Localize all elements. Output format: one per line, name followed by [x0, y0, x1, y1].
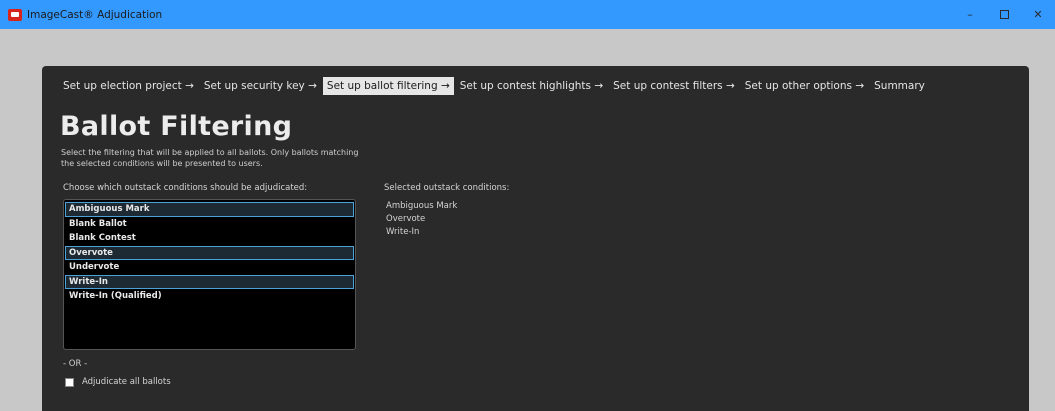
maximize-icon: [999, 10, 1009, 19]
wizard-step-5[interactable]: Set up other options →: [741, 77, 868, 95]
wizard-steps: Set up election project → Set up security…: [59, 77, 931, 95]
choose-conditions-label: Choose which outstack conditions should …: [63, 183, 308, 193]
condition-list-item[interactable]: Blank Ballot: [65, 217, 354, 232]
condition-list-item[interactable]: Blank Contest: [65, 231, 354, 246]
condition-list-item[interactable]: Write-In: [65, 274, 354, 289]
wizard-step-2[interactable]: Set up ballot filtering →: [322, 77, 454, 95]
app-logo-icon: [8, 8, 22, 21]
wizard-step-1[interactable]: Set up security key →: [200, 77, 321, 95]
wizard-step-0[interactable]: Set up election project →: [59, 77, 198, 95]
wizard-step-3[interactable]: Set up contest highlights →: [456, 77, 607, 95]
condition-list-item[interactable]: Ambiguous Mark: [65, 202, 354, 217]
window-controls: – ✕: [953, 0, 1055, 29]
minimize-button[interactable]: –: [953, 0, 987, 29]
condition-list-item[interactable]: Undervote: [65, 260, 354, 275]
outstack-conditions-listbox[interactable]: Ambiguous Mark Blank Ballot Blank Contest O…: [63, 199, 356, 350]
maximize-button[interactable]: [987, 0, 1021, 29]
adjudicate-all-label: Adjudicate all ballots: [82, 377, 171, 387]
adjudicate-all-option[interactable]: Adjudicate all ballots: [65, 377, 171, 387]
condition-list-item[interactable]: Overvote: [65, 245, 354, 260]
page-description: Select the filtering that will be applie…: [61, 148, 359, 168]
selected-conditions-label: Selected outstack conditions:: [384, 183, 510, 193]
wizard-panel: Set up election project → Set up security…: [42, 66, 1029, 411]
selected-condition-item: Ambiguous Mark: [386, 201, 458, 211]
window-title: ImageCast® Adjudication: [27, 8, 163, 21]
close-button[interactable]: ✕: [1021, 0, 1055, 29]
selected-condition-item: Overvote: [386, 214, 426, 224]
selected-conditions-list: Ambiguous Mark Overvote Write-In: [386, 200, 457, 239]
wizard-step-4[interactable]: Set up contest filters →: [609, 77, 739, 95]
page-title: Ballot Filtering: [60, 111, 293, 142]
selected-condition-item: Write-In: [386, 227, 420, 237]
condition-list-item[interactable]: Write-In (Qualified): [65, 289, 354, 304]
or-separator: - OR -: [63, 359, 88, 369]
adjudicate-all-checkbox[interactable]: [65, 377, 74, 387]
wizard-step-6[interactable]: Summary: [870, 77, 929, 95]
title-bar: ImageCast® Adjudication – ✕: [0, 0, 1055, 29]
